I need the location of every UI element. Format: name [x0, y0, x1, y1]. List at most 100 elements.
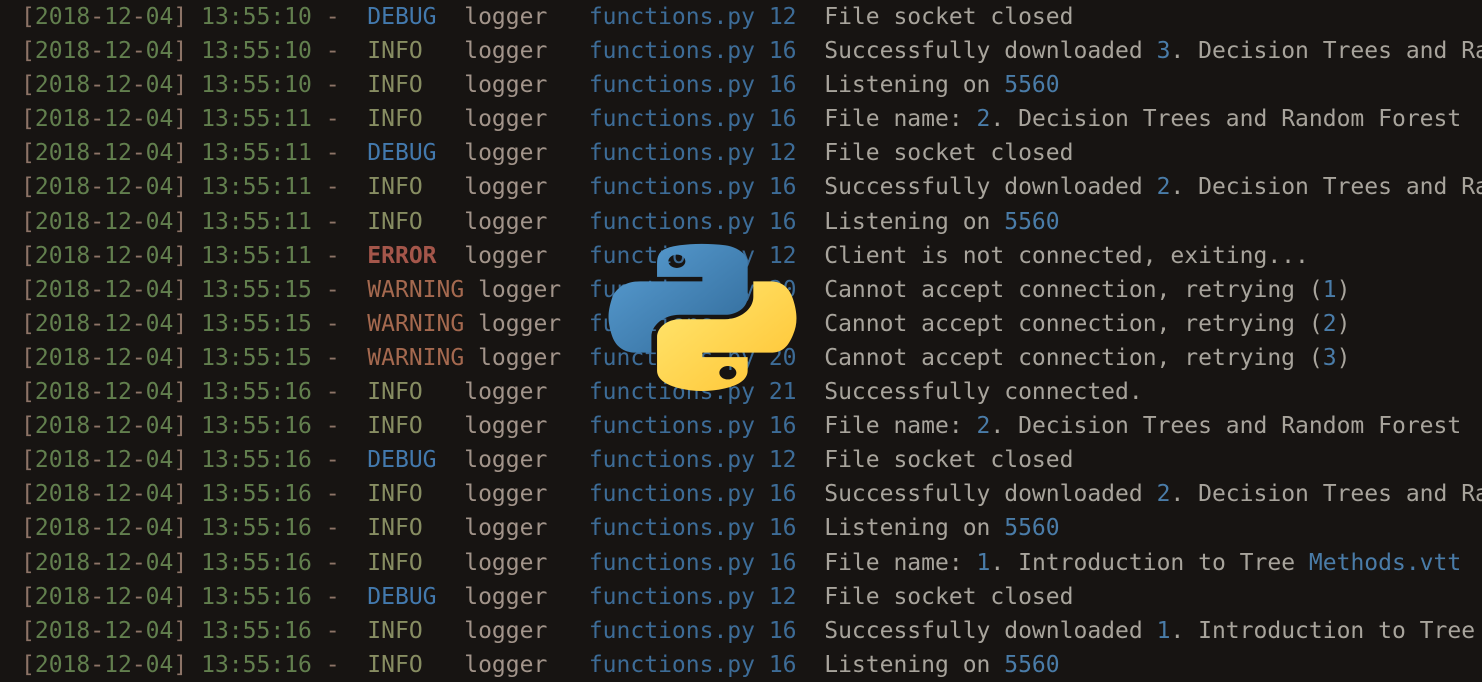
date-hyphen-icon: -: [90, 38, 105, 65]
log-message-segment: ): [1336, 310, 1351, 337]
date-month: 12: [104, 310, 132, 337]
date-hyphen-icon: -: [131, 344, 146, 371]
timestamp-close-bracket: ]: [173, 447, 188, 474]
logger-name: logger: [464, 208, 548, 235]
separator-dash: -: [325, 583, 340, 610]
log-level: DEBUG: [367, 4, 437, 30]
timestamp-close-bracket: ]: [173, 276, 188, 303]
log-message-segment: Client is not connected, exiting...: [824, 242, 1309, 269]
date-day: 04: [145, 447, 174, 474]
logger-name: logger: [464, 651, 548, 678]
date-hyphen-icon: -: [90, 481, 105, 508]
date-year: 2018: [34, 174, 91, 201]
timestamp-close-bracket: ]: [173, 174, 188, 201]
log-message-segment: 5560: [1004, 515, 1060, 542]
date-day: 04: [145, 413, 174, 440]
source-line-number: 16: [768, 72, 797, 99]
log-message-segment: . Decision Trees and Ra: [1170, 174, 1482, 201]
log-line: [2018-12-04] 13:55:16 - INFO logger functi…: [21, 511, 1482, 545]
log-level: INFO: [367, 72, 423, 99]
date-hyphen-icon: -: [90, 583, 105, 610]
timestamp-open-bracket: [: [21, 140, 35, 167]
separator-dash: -: [325, 379, 340, 406]
logger-name: logger: [464, 379, 548, 406]
date-year: 2018: [34, 208, 91, 235]
date-year: 2018: [34, 617, 91, 644]
date-hyphen-icon: -: [131, 481, 146, 508]
date-year: 2018: [34, 310, 91, 337]
separator-dash: -: [325, 106, 340, 133]
logger-name: logger: [478, 310, 562, 337]
date-month: 12: [104, 4, 132, 30]
date-hyphen-icon: -: [90, 276, 105, 303]
log-time: 13:55:16: [201, 379, 312, 406]
log-time: 13:55:16: [201, 515, 312, 542]
source-line-number: 12: [768, 140, 797, 167]
date-hyphen-icon: -: [131, 242, 146, 269]
timestamp-close-bracket: ]: [173, 310, 188, 337]
source-line-number: 16: [768, 38, 797, 65]
date-day: 04: [145, 583, 174, 610]
source-file: functions.py: [588, 549, 755, 576]
timestamp-open-bracket: [: [21, 174, 35, 201]
separator-dash: -: [325, 344, 340, 371]
log-level: INFO: [367, 617, 423, 644]
log-message-segment: . Decision Trees and Random Forest: [990, 106, 1462, 133]
log-message-segment: . Introduction to Tree: [990, 549, 1309, 576]
date-hyphen-icon: -: [131, 174, 146, 201]
log-message-segment: Cannot accept connection, retrying (: [824, 310, 1323, 337]
log-message-segment: Successfully downloaded: [824, 38, 1157, 65]
logger-name: logger: [464, 617, 548, 644]
log-message-segment: Successfully connected.: [824, 379, 1143, 406]
log-level: ERROR: [367, 242, 437, 269]
log-message-segment: ): [1336, 276, 1351, 303]
timestamp-close-bracket: ]: [173, 208, 188, 235]
log-line: [2018-12-04] 13:55:10 - DEBUG logger funct…: [21, 0, 1482, 34]
timestamp-close-bracket: ]: [173, 515, 188, 542]
timestamp-open-bracket: [: [21, 481, 35, 508]
date-hyphen-icon: -: [131, 38, 146, 65]
source-line-number: 16: [768, 481, 797, 508]
log-message-segment: Listening on: [824, 515, 1005, 542]
source-line-number: 16: [768, 549, 797, 576]
log-level: INFO: [367, 106, 423, 133]
log-line: [2018-12-04] 13:55:16 - INFO logger functi…: [21, 614, 1482, 648]
timestamp-open-bracket: [: [21, 651, 35, 678]
logger-name: logger: [464, 174, 548, 201]
date-year: 2018: [34, 242, 91, 269]
log-time: 13:55:10: [201, 72, 312, 99]
timestamp-close-bracket: ]: [173, 617, 188, 644]
date-year: 2018: [34, 140, 91, 167]
log-message-segment: File socket closed: [824, 583, 1074, 610]
date-year: 2018: [34, 447, 91, 474]
log-time: 13:55:11: [201, 140, 312, 167]
separator-dash: -: [325, 4, 340, 30]
date-year: 2018: [34, 549, 91, 576]
date-hyphen-icon: -: [131, 515, 146, 542]
log-level: INFO: [367, 481, 423, 508]
log-message-segment: File name:: [824, 549, 977, 576]
source-line-number: 16: [768, 515, 797, 542]
log-level: DEBUG: [367, 140, 437, 167]
date-hyphen-icon: -: [90, 208, 105, 235]
log-level: WARNING: [367, 310, 465, 337]
date-month: 12: [104, 515, 132, 542]
date-day: 04: [145, 242, 174, 269]
source-file: functions.py: [588, 72, 755, 99]
log-time: 13:55:16: [201, 447, 312, 474]
date-day: 04: [145, 481, 174, 508]
logger-name: logger: [464, 72, 548, 99]
log-message-segment: File name:: [824, 106, 977, 133]
date-month: 12: [104, 617, 132, 644]
log-time: 13:55:16: [201, 651, 312, 678]
date-hyphen-icon: -: [90, 174, 105, 201]
log-time: 13:55:11: [201, 174, 312, 201]
date-hyphen-icon: -: [131, 413, 146, 440]
separator-dash: -: [325, 242, 340, 269]
logger-name: logger: [464, 515, 548, 542]
date-hyphen-icon: -: [90, 379, 105, 406]
separator-dash: -: [325, 72, 340, 99]
date-hyphen-icon: -: [131, 651, 146, 678]
source-file: functions.py: [588, 106, 755, 133]
date-day: 04: [145, 617, 174, 644]
